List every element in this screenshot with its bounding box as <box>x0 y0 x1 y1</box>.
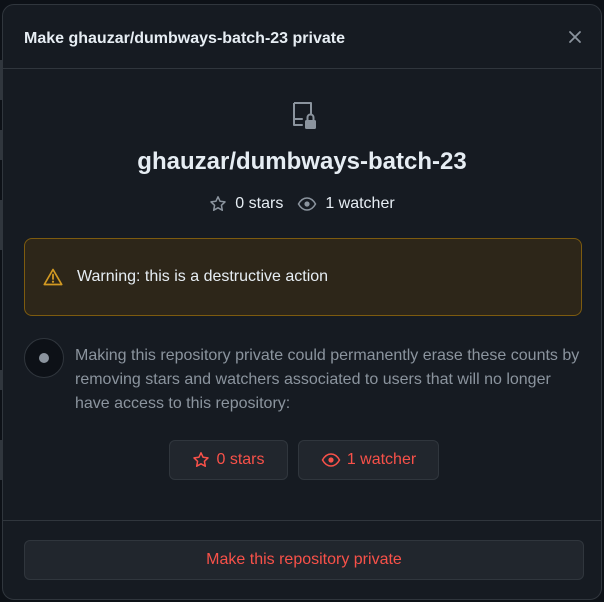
step-indicator <box>24 338 64 378</box>
alert-icon <box>43 268 63 286</box>
make-private-dialog: Make ghauzar/dumbways-batch-23 private g… <box>2 4 602 600</box>
repo-name: ghauzar/dumbways-batch-23 <box>137 148 467 175</box>
repo-locked-icon <box>293 102 316 129</box>
dialog-header: Make ghauzar/dumbways-batch-23 private <box>3 5 601 69</box>
repo-stats: 0 stars 1 watcher <box>3 195 601 213</box>
step-dot <box>39 353 49 363</box>
watchers-count-label: 1 watcher <box>346 451 417 468</box>
close-button[interactable] <box>565 27 585 47</box>
close-icon <box>569 31 581 43</box>
warning-text: Warning: this is a destructive action <box>77 268 329 285</box>
watchers-stat: 1 watcher <box>297 195 395 213</box>
stars-count-button[interactable]: 0 stars <box>169 440 288 480</box>
dialog-title: Make ghauzar/dumbways-batch-23 private <box>24 30 345 47</box>
make-private-button[interactable]: Make this repository private <box>24 540 584 580</box>
warning-banner: Warning: this is a destructive action <box>24 238 582 316</box>
stars-stat: 0 stars <box>209 195 283 213</box>
explanation-text: Making this repository private could per… <box>75 347 580 412</box>
watchers-count-button[interactable]: 1 watcher <box>298 440 439 480</box>
watchers-count: 1 watcher <box>325 195 395 212</box>
count-buttons: 0 stars 1 watcher <box>169 440 439 480</box>
stars-count-label: 0 stars <box>216 451 265 468</box>
star-icon <box>210 196 227 211</box>
footer-divider <box>3 520 601 521</box>
eye-icon <box>297 197 317 211</box>
stars-count: 0 stars <box>235 195 284 212</box>
eye-icon <box>321 453 341 467</box>
star-icon <box>193 452 210 467</box>
